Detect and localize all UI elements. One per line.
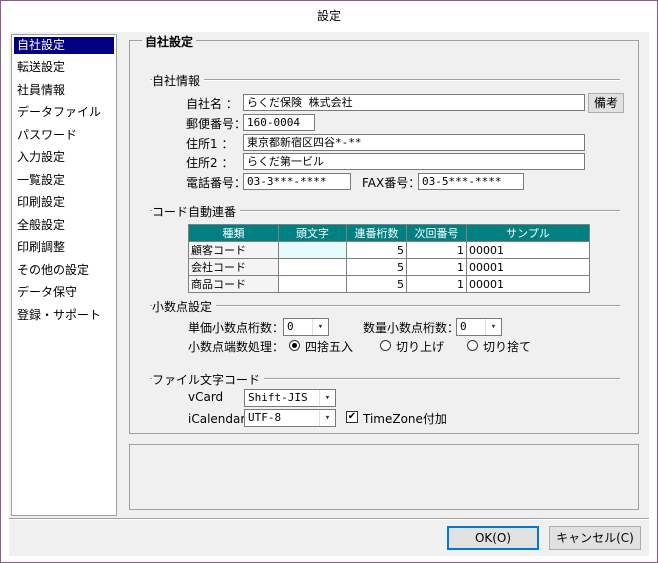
- vcard-charset-value: Shift-JIS: [248, 391, 308, 404]
- sidebar-item-other[interactable]: その他の設定: [14, 262, 89, 279]
- sidebar-item-input[interactable]: 入力設定: [14, 149, 65, 166]
- table-header-row: 種類 頭文字 連番桁数 次回番号 サンプル: [188, 224, 590, 242]
- settings-window: 設定 自社設定 転送設定 社員情報 データファイル パスワード 入力設定 一覧設…: [0, 0, 658, 563]
- fax-label: FAX番号：: [362, 176, 421, 190]
- sidebar-item-print-adjust[interactable]: 印刷調整: [14, 239, 65, 256]
- company-name-field[interactable]: らくだ保険 株式会社: [243, 94, 585, 111]
- address1-label: 住所1 ：: [186, 137, 234, 151]
- row-digits-cell[interactable]: 5: [346, 258, 407, 276]
- company-group-label: 自社情報: [152, 72, 205, 89]
- settings-sidebar: 自社設定 転送設定 社員情報 データファイル パスワード 入力設定 一覧設定 印…: [11, 34, 117, 516]
- row-kind: 会社コード: [188, 258, 279, 276]
- row-kind: 顧客コード: [188, 241, 279, 259]
- rounding-label: 小数点端数処理：: [188, 340, 285, 354]
- chevron-down-icon[interactable]: ▾: [319, 410, 335, 426]
- icalendar-charset-value: UTF-8: [248, 411, 282, 424]
- qty-decimal-select[interactable]: 0 ▾: [456, 318, 502, 336]
- col-next: 次回番号: [406, 224, 467, 242]
- row-digits-cell[interactable]: 5: [346, 275, 407, 293]
- zip-field[interactable]: 160-0004: [243, 114, 315, 131]
- vcard-label: vCard: [188, 390, 224, 404]
- row-prefix-cell[interactable]: [278, 258, 347, 276]
- charset-group-label: ファイル文字コード: [152, 371, 265, 388]
- zip-label: 郵便番号：: [186, 117, 247, 131]
- timezone-label[interactable]: TimeZone付加: [363, 410, 447, 427]
- code-group-label: コード自動連番: [152, 203, 241, 220]
- dialog-client: 自社設定 転送設定 社員情報 データファイル パスワード 入力設定 一覧設定 印…: [9, 32, 649, 556]
- decimal-group-line: [150, 305, 620, 307]
- sidebar-item-list[interactable]: 一覧設定: [14, 172, 65, 189]
- row-sample-cell: 00001: [466, 275, 590, 293]
- chevron-down-icon[interactable]: ▾: [485, 319, 501, 335]
- ok-button[interactable]: OK(O): [447, 526, 539, 550]
- fax-field[interactable]: 03-5***-****: [418, 173, 524, 190]
- cancel-button[interactable]: キャンセル(C): [549, 526, 641, 550]
- qty-decimal-value: 0: [460, 320, 467, 333]
- address2-label: 住所2 ：: [186, 156, 234, 170]
- unit-decimal-label: 単価小数点桁数：: [188, 321, 285, 335]
- footer-divider: [9, 518, 649, 520]
- radio-round-half-label[interactable]: 四捨五入: [305, 338, 353, 355]
- company-group-line: [150, 79, 620, 81]
- radio-round-down-label[interactable]: 切り捨て: [483, 338, 531, 355]
- panel-title: 自社設定: [142, 33, 197, 50]
- col-prefix: 頭文字: [278, 224, 347, 242]
- row-digits-cell[interactable]: 5: [346, 241, 407, 259]
- unit-decimal-value: 0: [287, 320, 294, 333]
- sidebar-item-transfer[interactable]: 転送設定: [14, 59, 65, 76]
- sidebar-item-password[interactable]: パスワード: [14, 127, 77, 144]
- col-kind: 種類: [188, 224, 279, 242]
- address2-field[interactable]: らくだ第一ビル: [243, 153, 585, 170]
- row-prefix-cell[interactable]: [278, 241, 347, 259]
- row-sample-cell: 00001: [466, 258, 590, 276]
- window-title: 設定: [1, 1, 657, 32]
- table-row: 会社コード 5 1 00001: [188, 258, 590, 276]
- sidebar-item-maintenance[interactable]: データ保守: [14, 284, 77, 301]
- row-sample-cell: 00001: [466, 241, 590, 259]
- row-next-cell[interactable]: 1: [406, 241, 467, 259]
- radio-round-up[interactable]: [380, 340, 391, 351]
- code-table: 種類 頭文字 連番桁数 次回番号 サンプル 顧客コード 5 1 00001 会社…: [188, 224, 590, 293]
- row-kind: 商品コード: [188, 275, 279, 293]
- vcard-charset-select[interactable]: Shift-JIS ▾: [244, 389, 336, 407]
- sidebar-item-datafile[interactable]: データファイル: [14, 104, 101, 121]
- row-prefix-cell[interactable]: [278, 275, 347, 293]
- chevron-down-icon[interactable]: ▾: [319, 390, 335, 406]
- sidebar-item-print[interactable]: 印刷設定: [14, 194, 65, 211]
- table-row: 顧客コード 5 1 00001: [188, 241, 590, 259]
- tel-field[interactable]: 03-3***-****: [243, 173, 351, 190]
- qty-decimal-label: 数量小数点桁数：: [363, 321, 460, 335]
- icalendar-charset-select[interactable]: UTF-8 ▾: [244, 409, 336, 427]
- radio-round-up-label[interactable]: 切り上げ: [396, 338, 444, 355]
- sidebar-item-support[interactable]: 登録・サポート: [14, 307, 101, 324]
- description-panel: [129, 444, 639, 510]
- radio-round-down[interactable]: [467, 340, 478, 351]
- col-sample: サンプル: [466, 224, 590, 242]
- decimal-group-label: 小数点設定: [152, 298, 217, 315]
- col-digits: 連番桁数: [346, 224, 407, 242]
- row-next-cell[interactable]: 1: [406, 275, 467, 293]
- radio-round-half[interactable]: [289, 340, 300, 351]
- row-next-cell[interactable]: 1: [406, 258, 467, 276]
- sidebar-item-company[interactable]: 自社設定: [14, 37, 114, 54]
- address1-field[interactable]: 東京都新宿区四谷*-**: [243, 134, 585, 151]
- sidebar-item-general[interactable]: 全般設定: [14, 217, 65, 234]
- sidebar-item-employees[interactable]: 社員情報: [14, 82, 65, 99]
- tel-label: 電話番号：: [186, 176, 247, 190]
- biko-button[interactable]: 備考: [588, 93, 624, 113]
- company-name-label: 自社名 ：: [186, 97, 238, 111]
- table-row: 商品コード 5 1 00001: [188, 275, 590, 293]
- company-settings-panel: 自社設定 自社情報 自社名 ： らくだ保険 株式会社 備考 郵便番号： 160-…: [129, 33, 639, 434]
- unit-decimal-select[interactable]: 0 ▾: [283, 318, 329, 336]
- timezone-checkbox[interactable]: ✔: [346, 411, 358, 423]
- chevron-down-icon[interactable]: ▾: [312, 319, 328, 335]
